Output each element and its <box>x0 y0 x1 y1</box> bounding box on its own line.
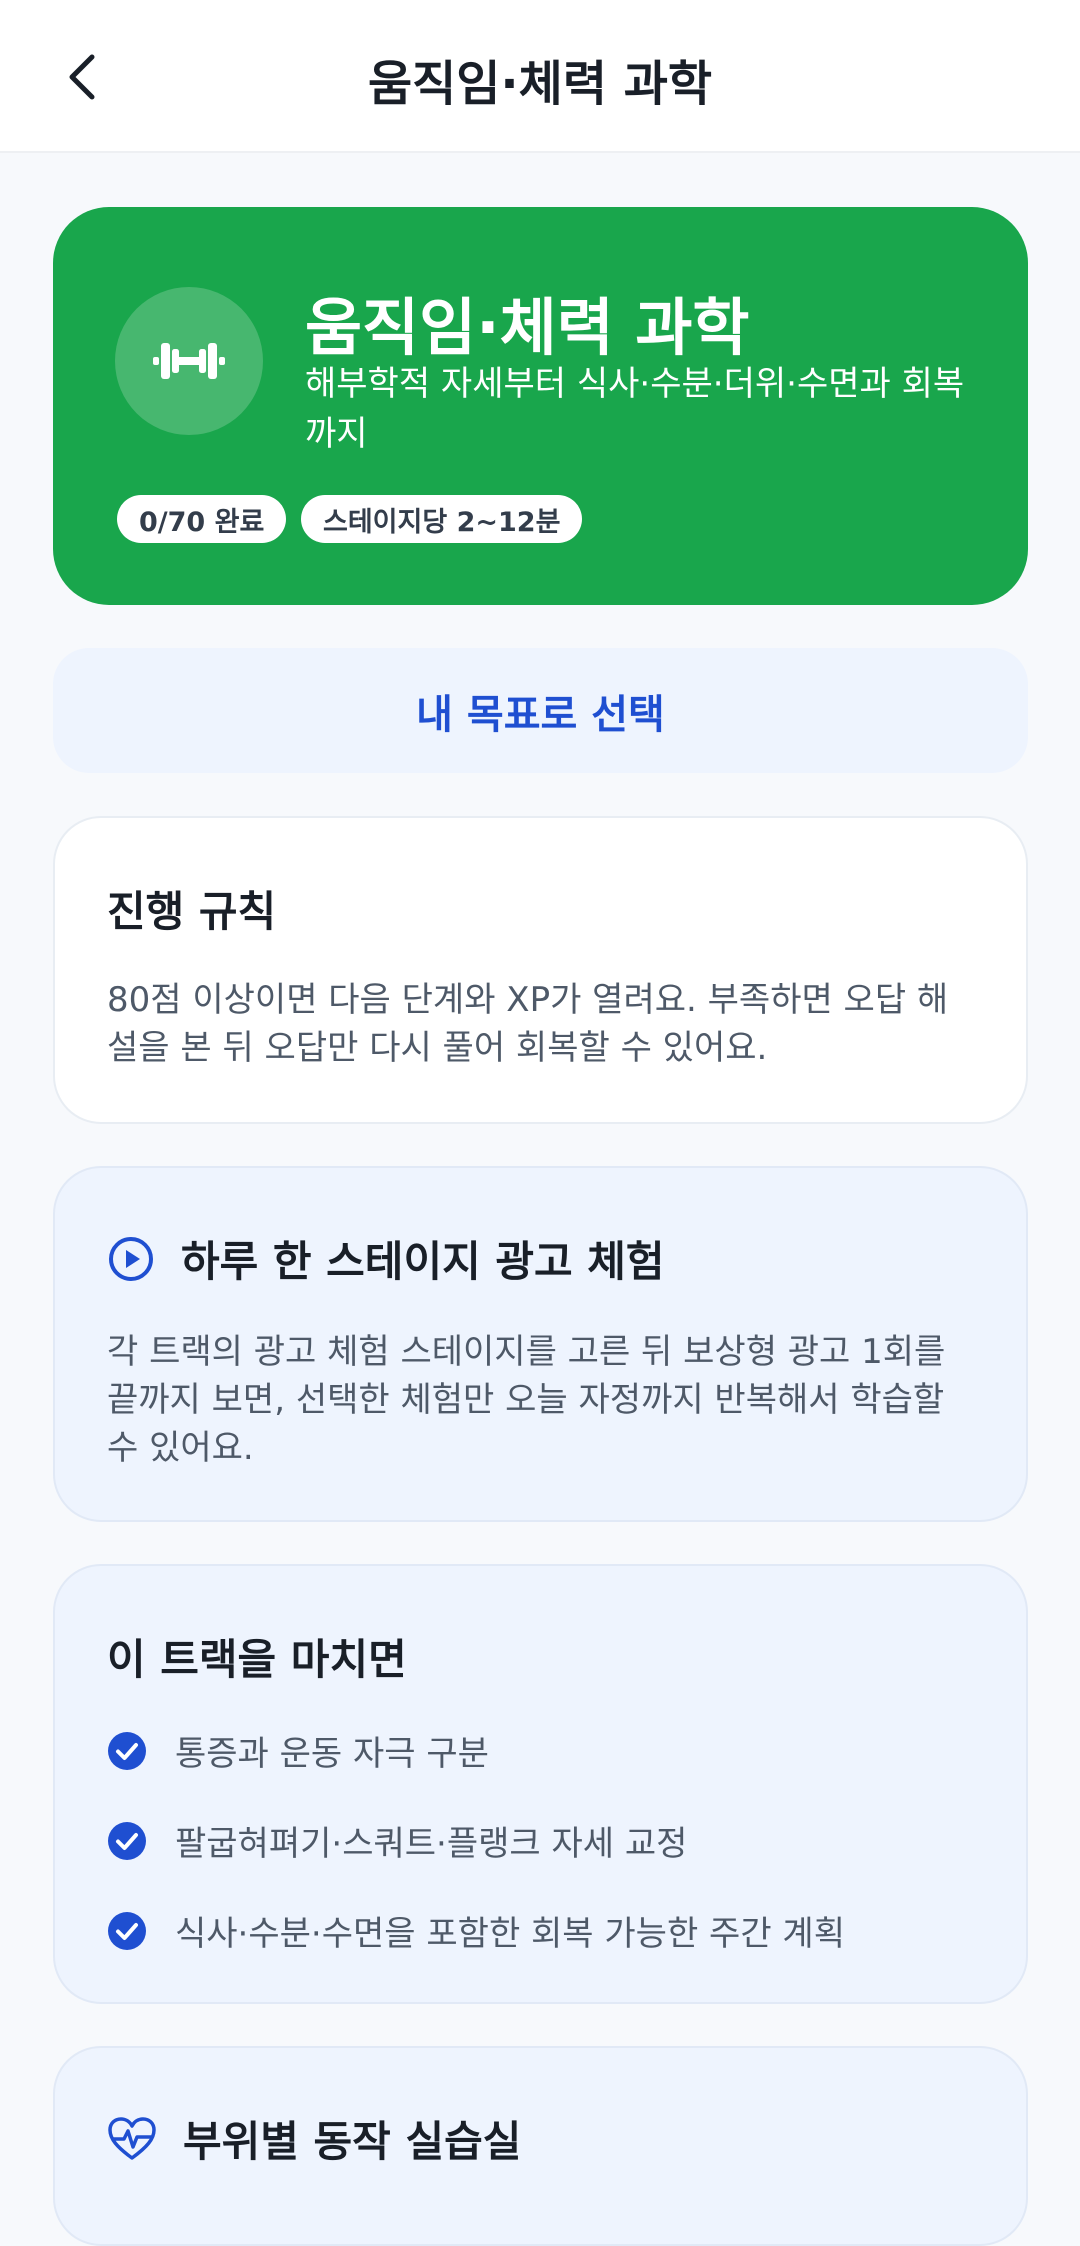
ad-trial-card: 하루 한 스테이지 광고 체험 각 트랙의 광고 체험 스테이지를 고른 뒤 보… <box>53 1166 1028 1522</box>
list-item: 팔굽혀펴기·스쿼트·플랭크 자세 교정 <box>107 1816 687 1865</box>
check-circle-icon <box>108 1731 146 1770</box>
outcomes-card: 이 트랙을 마치면 통증과 운동 자극 구분 팔굽혀펴기·스쿼트·플랭크 자세 … <box>53 1564 1028 2004</box>
ad-trial-body: 각 트랙의 광고 체험 스테이지를 고른 뒤 보상형 광고 1회를 끝까지 보면… <box>107 1332 946 1468</box>
practice-header: 부위별 동작 실습실 <box>107 2108 521 2169</box>
rules-title: 진행 규칙 <box>107 887 277 936</box>
outcome-text: 팔굽혀펴기·스쿼트·플랭크 자세 교정 <box>175 1824 688 1864</box>
outcome-text: 통증과 운동 자극 구분 <box>175 1734 489 1774</box>
dumbbell-icon <box>153 343 225 379</box>
ad-trial-header: 하루 한 스테이지 광고 체험 <box>107 1228 665 1289</box>
list-item: 식사·수분·수면을 포함한 회복 가능한 주간 계획 <box>107 1906 845 1955</box>
hero-icon-circle <box>115 287 263 435</box>
hero-subtitle: 해부학적 자세부터 식사·수분·더위·수면과 회복까지 <box>305 364 965 454</box>
heart-pulse-icon <box>108 2116 156 2160</box>
rules-card: 진행 규칙 80점 이상이면 다음 단계와 XP가 열려요. 부족하면 오답 해… <box>53 816 1028 1124</box>
outcome-text: 식사·수분·수면을 포함한 회복 가능한 주간 계획 <box>175 1914 845 1954</box>
check-circle-icon <box>108 1821 146 1860</box>
list-item: 통증과 운동 자극 구분 <box>107 1726 489 1775</box>
progress-chip: 0/70 완료 <box>117 495 287 543</box>
ad-trial-title: 하루 한 스테이지 광고 체험 <box>181 1237 665 1286</box>
play-circle-icon <box>109 1236 153 1281</box>
practice-card[interactable]: 부위별 동작 실습실 <box>53 2046 1028 2246</box>
practice-title: 부위별 동작 실습실 <box>183 2117 522 2166</box>
rules-body: 80점 이상이면 다음 단계와 XP가 열려요. 부족하면 오답 해설을 본 뒤… <box>107 980 949 1068</box>
app-bar: 움직임·체력 과학 <box>0 0 1080 153</box>
check-circle-icon <box>108 1911 146 1950</box>
duration-chip: 스테이지당 2~12분 <box>301 495 583 543</box>
hero-title: 움직임·체력 과학 <box>305 291 750 364</box>
select-goal-button[interactable]: 내 목표로 선택 <box>53 648 1028 773</box>
page-title: 움직임·체력 과학 <box>367 56 713 112</box>
outcomes-title: 이 트랙을 마치면 <box>107 1635 407 1684</box>
track-hero-card: 움직임·체력 과학 해부학적 자세부터 식사·수분·더위·수면과 회복까지 0/… <box>53 207 1028 605</box>
